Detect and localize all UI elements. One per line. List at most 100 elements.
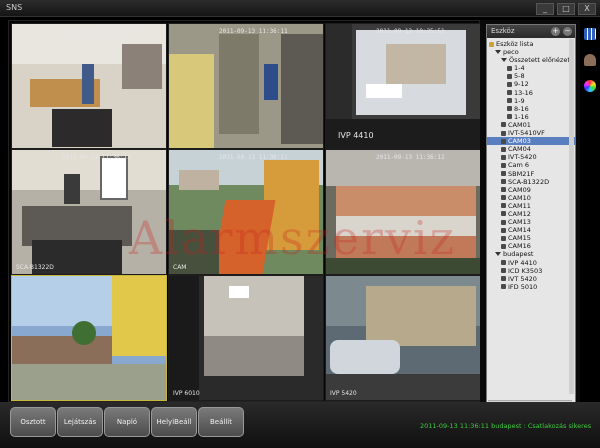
tree-item[interactable]: IVT-5420 [487, 153, 575, 161]
camera-tile-6[interactable]: 2011-09-13 11:36:11 [325, 149, 481, 275]
tree-item-label: SBM21F [508, 169, 535, 178]
tree-item-label: IVT-5410VF [508, 129, 545, 138]
camera-icon [501, 171, 506, 176]
tree-item[interactable]: CAM11 [487, 202, 575, 210]
tree-item-label: 1-9 [514, 96, 525, 105]
tree-item-label: 1-4 [514, 64, 525, 73]
camera-tile-9[interactable]: IVP 5420 [325, 275, 481, 401]
camera-icon [501, 122, 506, 128]
camera-icon [501, 227, 506, 233]
tree-item[interactable]: CAM10 [487, 194, 575, 202]
device-tree: Eszköz lista peco Összetett előnézet 1-4 5-8… [487, 38, 575, 291]
tree-item[interactable]: IVP 4410 [487, 259, 575, 267]
log-button[interactable]: Napló [104, 407, 150, 437]
tree-item[interactable]: CAM13 [487, 218, 575, 226]
tree-item-label: peco [503, 48, 519, 57]
tree-item[interactable]: CAM12 [487, 210, 575, 218]
tree-item[interactable]: CAM04 [487, 145, 575, 153]
tree-item-label: IVP 4410 [508, 258, 537, 267]
camera-icon [501, 195, 506, 201]
tree-item-label: CAM04 [508, 145, 531, 154]
tree-item-label: SCA-B1322D [508, 177, 550, 186]
tree-item-label: 9-12 [514, 80, 529, 89]
tree-item[interactable]: peco [487, 48, 575, 56]
playback-button[interactable]: Lejátszás [57, 407, 103, 437]
tree-item[interactable]: CAM03 [487, 137, 575, 146]
tree-item-label: CAM10 [508, 193, 531, 202]
expand-all-button[interactable]: + [551, 27, 560, 36]
camera-tile-1[interactable]: 2011-09-13 11:36:11 [11, 23, 167, 149]
right-toolbar [584, 28, 598, 106]
tree-item[interactable]: 5-8 [487, 72, 575, 80]
tree-item-label: budapest [503, 250, 534, 259]
camera-tile-5[interactable]: 2011-09-13 11:36:11 CAM [168, 149, 324, 275]
tree-item-label: CAM13 [508, 218, 531, 227]
tree-item-label: CAM09 [508, 185, 531, 194]
color-wheel-icon[interactable] [584, 80, 596, 92]
camera-icon [501, 268, 506, 274]
tree-item[interactable]: IVT 5420 [487, 275, 575, 283]
tree-item[interactable]: SBM21F [487, 170, 575, 178]
camera-icon [501, 138, 506, 144]
tree-item[interactable]: 9-12 [487, 80, 575, 88]
tree-item[interactable]: CAM15 [487, 234, 575, 242]
camera-icon [501, 146, 506, 152]
minimize-button[interactable]: _ [536, 3, 554, 15]
camera-tile-4[interactable]: 2011-09-13 11:36:11 SCA-B1322D [11, 149, 167, 275]
expand-arrow-icon [495, 252, 501, 257]
tree-item-label: ICD K3503 [508, 266, 543, 275]
device-panel-header: Eszköz + − [487, 25, 575, 38]
expand-arrow-icon [501, 58, 507, 63]
tree-item[interactable]: Összetett előnézet [487, 56, 575, 64]
camera-timestamp: 2011-09-13 11:36:11 [62, 28, 131, 35]
camera-icon [501, 260, 506, 266]
tree-item[interactable]: Cam 6 [487, 161, 575, 169]
camera-icon [507, 114, 512, 120]
tree-item[interactable]: CAM09 [487, 186, 575, 194]
window-title: SNS [6, 3, 23, 12]
tree-item[interactable]: Eszköz lista [487, 40, 575, 48]
tree-item[interactable]: 8-16 [487, 105, 575, 113]
tree-item[interactable]: CAM14 [487, 226, 575, 234]
camera-icon [507, 65, 512, 71]
camera-icon [501, 187, 506, 193]
settings-button[interactable]: Beállít [198, 407, 244, 437]
tree-item[interactable]: IFD 5010 [487, 283, 575, 291]
camera-tile-2[interactable]: 2011-09-13 11:36:11 [168, 23, 324, 149]
user-icon[interactable] [584, 54, 596, 66]
status-message: 2011-09-13 11:36:11 budapest : Csatlakoz… [420, 422, 592, 430]
folder-icon [489, 41, 494, 47]
bottom-toolbar: Osztott Lejátszás Napló HelyiBeáll Beáll… [0, 402, 600, 448]
camera-icon [501, 284, 506, 290]
tree-item[interactable]: 1-4 [487, 64, 575, 72]
tree-item[interactable]: IVT-5410VF [487, 129, 575, 137]
tree-item-label: CAM12 [508, 209, 531, 218]
camera-tile-7[interactable] [11, 275, 167, 401]
camera-tile-3[interactable]: 2011-09-13 10:25:51 IVP 4410 [325, 23, 481, 149]
maximize-button[interactable]: □ [557, 3, 575, 15]
camera-timestamp: 2011-09-13 10:25:51 [376, 28, 445, 35]
local-settings-button[interactable]: HelyiBeáll [151, 407, 197, 437]
tree-item[interactable]: SCA-B1322D [487, 178, 575, 186]
tree-item-label: IFD 5010 [508, 282, 538, 291]
tree-item-label: CAM15 [508, 234, 531, 243]
collapse-all-button[interactable]: − [563, 27, 572, 36]
grid-layout-icon[interactable] [584, 28, 596, 40]
camera-tile-8[interactable]: IVP 6010 [168, 275, 324, 401]
tree-item-label: CAM16 [508, 242, 531, 251]
device-tree-box: Eszköz + − Eszköz lista peco Összetett elő… [486, 24, 576, 411]
tree-vertical-scrollbar[interactable] [569, 39, 574, 394]
tree-item-label: 5-8 [514, 72, 525, 81]
tree-item[interactable]: CAM16 [487, 242, 575, 250]
close-button[interactable]: X [578, 3, 596, 15]
camera-icon [507, 106, 512, 112]
tree-item[interactable]: ICD K3503 [487, 267, 575, 275]
tree-item[interactable]: budapest [487, 250, 575, 258]
camera-label: IVP 6010 [173, 390, 200, 397]
tree-item-label: IVT 5420 [508, 274, 537, 283]
tree-item[interactable]: 1-16 [487, 113, 575, 121]
tree-item[interactable]: CAM01 [487, 121, 575, 129]
tree-item[interactable]: 13-16 [487, 89, 575, 97]
split-view-button[interactable]: Osztott [10, 407, 56, 437]
tree-item[interactable]: 1-9 [487, 97, 575, 105]
